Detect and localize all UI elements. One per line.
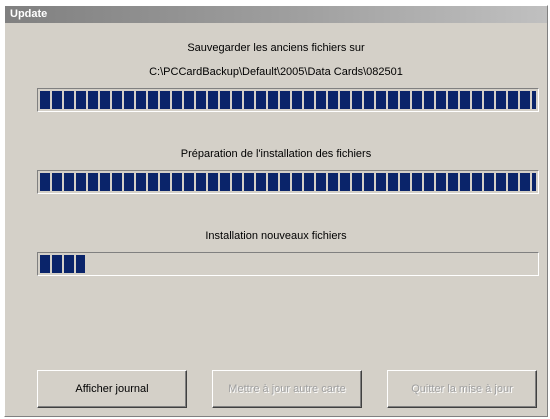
install-progress-bar [37, 252, 539, 276]
backup-progress-bar [37, 88, 539, 112]
update-other-card-button[interactable]: Mettre à jour autre carte [212, 370, 362, 408]
install-label: Installation nouveaux fichiers [205, 230, 347, 242]
install-progress-fill [40, 255, 85, 273]
backup-progress-fill [40, 91, 536, 109]
backup-path: C:\PCCardBackup\Default\2005\Data Cards\… [149, 66, 403, 78]
quit-update-button[interactable]: Quitter la mise à jour [387, 370, 537, 408]
preparation-label: Préparation de l'installation des fichie… [180, 148, 372, 160]
show-log-button[interactable]: Afficher journal [37, 370, 187, 408]
update-dialog: Update Sauvegarder les anciens fichiers … [4, 5, 548, 417]
preparation-progress-fill [40, 173, 536, 191]
title-bar[interactable]: Update [5, 6, 547, 23]
backup-label: Sauvegarder les anciens fichiers sur [187, 42, 365, 54]
preparation-progress-bar [37, 170, 539, 194]
window-title: Update [10, 8, 48, 20]
